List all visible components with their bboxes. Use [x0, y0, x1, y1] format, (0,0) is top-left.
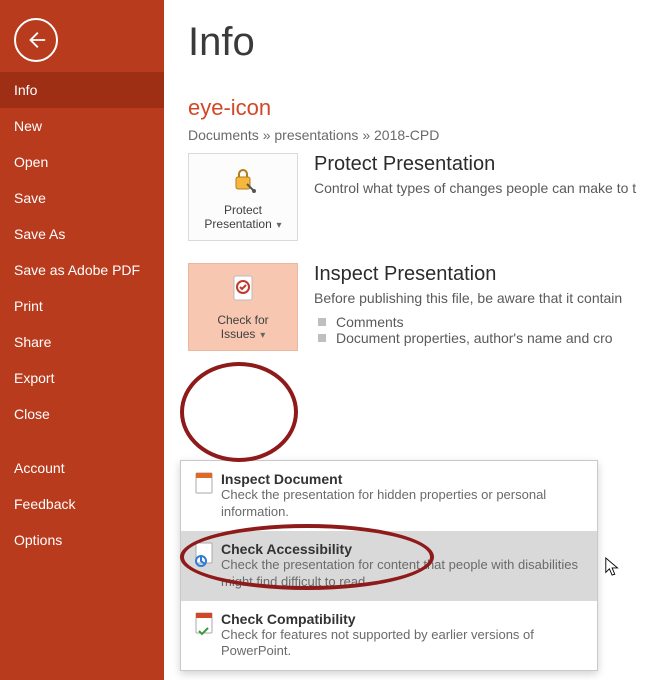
protect-presentation-button[interactable]: ProtectPresentation ▾: [188, 153, 298, 241]
inspect-section: Check forIssues ▾ Inspect Presentation B…: [188, 263, 654, 351]
menu-item-inspect-document[interactable]: Inspect Document Check the presentation …: [181, 461, 597, 531]
sidebar-item-label: Share: [14, 334, 51, 350]
sidebar-item-export[interactable]: Export: [0, 360, 164, 396]
sidebar-item-feedback[interactable]: Feedback: [0, 486, 164, 522]
sidebar-item-close[interactable]: Close: [0, 396, 164, 432]
check-for-issues-button[interactable]: Check forIssues ▾: [188, 263, 298, 351]
menu-item-title: Inspect Document: [221, 471, 585, 487]
protect-section: ProtectPresentation ▾ Protect Presentati…: [188, 153, 654, 241]
menu-item-check-accessibility[interactable]: Check Accessibility Check the presentati…: [181, 531, 597, 601]
menu-item-title: Check Accessibility: [221, 541, 585, 557]
sidebar-item-label: Feedback: [14, 496, 75, 512]
sidebar-item-options[interactable]: Options: [0, 522, 164, 558]
sidebar-item-label: Info: [14, 82, 37, 98]
menu-item-desc: Check the presentation for hidden proper…: [221, 487, 585, 521]
sidebar-divider: [0, 432, 164, 450]
bullet-text: Document properties, author's name and c…: [336, 330, 613, 346]
page-title: Info: [188, 20, 654, 65]
document-check-icon: [229, 274, 257, 307]
bullet-text: Comments: [336, 314, 404, 330]
menu-item-check-compatibility[interactable]: Check Compatibility Check for features n…: [181, 601, 597, 671]
arrow-left-icon: [25, 29, 47, 51]
sidebar-item-savepdf[interactable]: Save as Adobe PDF: [0, 252, 164, 288]
bullet-item: Document properties, author's name and c…: [314, 330, 654, 346]
accessibility-icon: [193, 541, 221, 591]
check-for-issues-menu: Inspect Document Check the presentation …: [180, 460, 598, 671]
sidebar-item-label: Print: [14, 298, 43, 314]
sidebar-item-account[interactable]: Account: [0, 450, 164, 486]
back-button[interactable]: [14, 18, 58, 62]
sidebar-item-label: Save: [14, 190, 46, 206]
sidebar-item-label: Options: [14, 532, 62, 548]
chevron-down-icon: ▾: [274, 220, 282, 231]
tile-label: ProtectPresentation ▾: [204, 203, 281, 231]
breadcrumb: Documents » presentations » 2018-CPD: [188, 127, 654, 143]
menu-item-title: Check Compatibility: [221, 611, 585, 627]
sidebar-item-saveas[interactable]: Save As: [0, 216, 164, 252]
bullet-icon: [318, 334, 326, 342]
lock-icon: [228, 164, 258, 197]
inspect-desc: Before publishing this file, be aware th…: [314, 290, 654, 306]
sidebar-item-label: Export: [14, 370, 54, 386]
sidebar-item-open[interactable]: Open: [0, 144, 164, 180]
sidebar-item-print[interactable]: Print: [0, 288, 164, 324]
bullet-item: Comments: [314, 314, 654, 330]
sidebar-item-label: Account: [14, 460, 65, 476]
document-search-icon: [193, 471, 221, 521]
chevron-down-icon: ▾: [257, 330, 265, 341]
sidebar-item-label: Save As: [14, 226, 65, 242]
sidebar-item-label: Save as Adobe PDF: [14, 262, 140, 278]
inspect-bullets: Comments Document properties, author's n…: [314, 314, 654, 346]
compatibility-icon: [193, 611, 221, 661]
sidebar-item-info[interactable]: Info: [0, 72, 164, 108]
sidebar-nav: Info New Open Save Save As Save as Adobe…: [0, 72, 164, 558]
sidebar-item-save[interactable]: Save: [0, 180, 164, 216]
sidebar-item-label: Close: [14, 406, 50, 422]
menu-item-desc: Check the presentation for content that …: [221, 557, 585, 591]
sidebar-item-label: Open: [14, 154, 48, 170]
backstage-sidebar: Info New Open Save Save As Save as Adobe…: [0, 0, 164, 680]
document-title: eye-icon: [188, 95, 654, 121]
sidebar-item-label: New: [14, 118, 42, 134]
sidebar-item-share[interactable]: Share: [0, 324, 164, 360]
protect-heading: Protect Presentation: [314, 153, 654, 176]
inspect-heading: Inspect Presentation: [314, 263, 654, 286]
menu-item-desc: Check for features not supported by earl…: [221, 627, 585, 661]
bullet-icon: [318, 318, 326, 326]
sidebar-item-new[interactable]: New: [0, 108, 164, 144]
tile-label: Check forIssues ▾: [217, 313, 268, 341]
protect-desc: Control what types of changes people can…: [314, 180, 654, 196]
